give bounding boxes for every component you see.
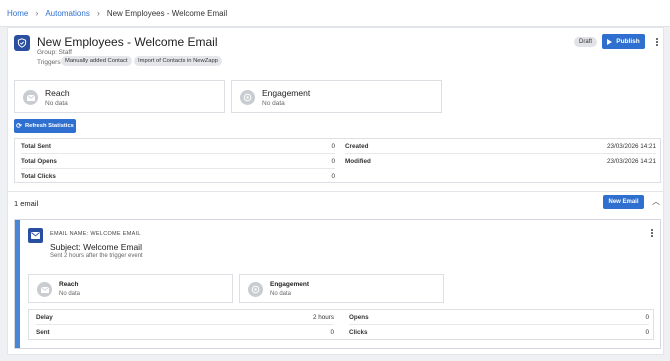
opens-label: Opens	[349, 313, 369, 321]
trigger-chip: Import of Contacts in NewZapp	[134, 56, 222, 66]
engagement-stat-card: Engagement No data	[231, 80, 442, 113]
clicks-value: 0	[645, 329, 649, 336]
publish-button[interactable]: Publish	[602, 34, 645, 49]
email-reach-value: No data	[59, 291, 81, 297]
breadcrumb-automations-link[interactable]: Automations	[45, 9, 89, 18]
email-sent-info: Sent 2 hours after the trigger event	[50, 253, 143, 259]
refresh-statistics-button[interactable]: ⟳ Refresh Statistics	[14, 119, 76, 133]
created-label: Created	[345, 142, 369, 150]
email-details-table: Delay 2 hours Sent 0 Opens 0 Clicks 0	[28, 309, 654, 340]
reach-value: No data	[45, 100, 68, 107]
table-row: Sent 0	[36, 325, 334, 340]
table-row: Total Sent 0	[21, 139, 335, 154]
chevron-right-icon: ›	[35, 8, 39, 18]
chevron-right-icon: ›	[96, 8, 100, 18]
email-engagement-title: Engagement	[270, 281, 310, 288]
page-title: New Employees - Welcome Email	[37, 35, 218, 49]
engagement-title: Engagement	[262, 88, 311, 98]
engagement-icon	[248, 282, 263, 297]
email-engagement-value: No data	[270, 291, 292, 297]
modified-value: 23/03/2026 14:21	[606, 158, 656, 165]
reach-stat-card: Reach No data	[14, 80, 225, 113]
total-opens-label: Total Opens	[21, 157, 57, 165]
mail-icon	[23, 90, 38, 105]
status-badge: Draft	[574, 37, 598, 47]
breadcrumb: Home › Automations › New Employees - Wel…	[0, 0, 670, 27]
created-value: 23/03/2026 14:21	[606, 142, 656, 150]
total-sent-label: Total Sent	[21, 142, 51, 150]
delay-label: Delay	[36, 313, 53, 321]
sent-value: 0	[330, 329, 334, 336]
table-row: Delay 2 hours	[36, 310, 334, 325]
publish-button-label: Publish	[616, 38, 640, 45]
table-row: Modified 23/03/2026 14:21	[345, 154, 656, 169]
table-row: Opens 0	[349, 310, 649, 325]
total-sent-value: 0	[331, 142, 335, 150]
group-label: Group: Staff	[37, 49, 72, 56]
divider	[8, 191, 663, 192]
more-options-icon[interactable]	[654, 38, 660, 46]
automation-shield-icon	[14, 35, 30, 51]
email-accent-bar	[15, 220, 20, 348]
total-clicks-label: Total Clicks	[21, 172, 56, 180]
table-row: Total Opens 0	[21, 154, 335, 169]
automation-card: New Employees - Welcome Email Group: Sta…	[7, 27, 664, 355]
delay-value: 2 hours	[312, 313, 334, 321]
opens-value: 0	[645, 313, 649, 321]
new-email-button[interactable]: New Email	[603, 195, 644, 209]
more-options-icon[interactable]	[649, 229, 655, 237]
email-engagement-card: Engagement No data	[239, 274, 444, 303]
totals-table: Total Sent 0 Total Opens 0 Total Clicks …	[14, 138, 661, 183]
mail-icon	[28, 228, 43, 243]
email-reach-title: Reach	[59, 281, 79, 288]
refresh-icon: ⟳	[16, 123, 22, 130]
email-name: EMAIL NAME: WELCOME EMAIL	[50, 231, 141, 237]
total-opens-value: 0	[331, 157, 335, 165]
engagement-value: No data	[262, 100, 285, 107]
mail-icon	[37, 282, 52, 297]
email-card: EMAIL NAME: WELCOME EMAIL Subject: Welco…	[14, 219, 661, 349]
email-count: 1 email	[14, 199, 39, 208]
engagement-icon	[240, 90, 255, 105]
sent-label: Sent	[36, 329, 50, 336]
table-row: Total Clicks 0	[21, 169, 335, 183]
total-clicks-value: 0	[331, 172, 335, 180]
play-icon	[607, 38, 613, 45]
refresh-statistics-label: Refresh Statistics	[24, 123, 74, 129]
table-row: Clicks 0	[349, 325, 649, 340]
email-subject: Subject: Welcome Email	[50, 242, 142, 252]
trigger-chip: Manually added Contact	[61, 56, 132, 66]
breadcrumb-home-link[interactable]: Home	[7, 9, 28, 18]
clicks-label: Clicks	[349, 329, 368, 336]
breadcrumb-current: New Employees - Welcome Email	[106, 8, 228, 18]
chevron-up-icon[interactable]: ︿	[652, 198, 660, 206]
reach-title: Reach	[45, 88, 70, 98]
modified-label: Modified	[345, 158, 371, 165]
triggers-label: Triggers	[37, 59, 61, 66]
email-reach-card: Reach No data	[28, 274, 233, 303]
table-row: Created 23/03/2026 14:21	[345, 139, 656, 154]
